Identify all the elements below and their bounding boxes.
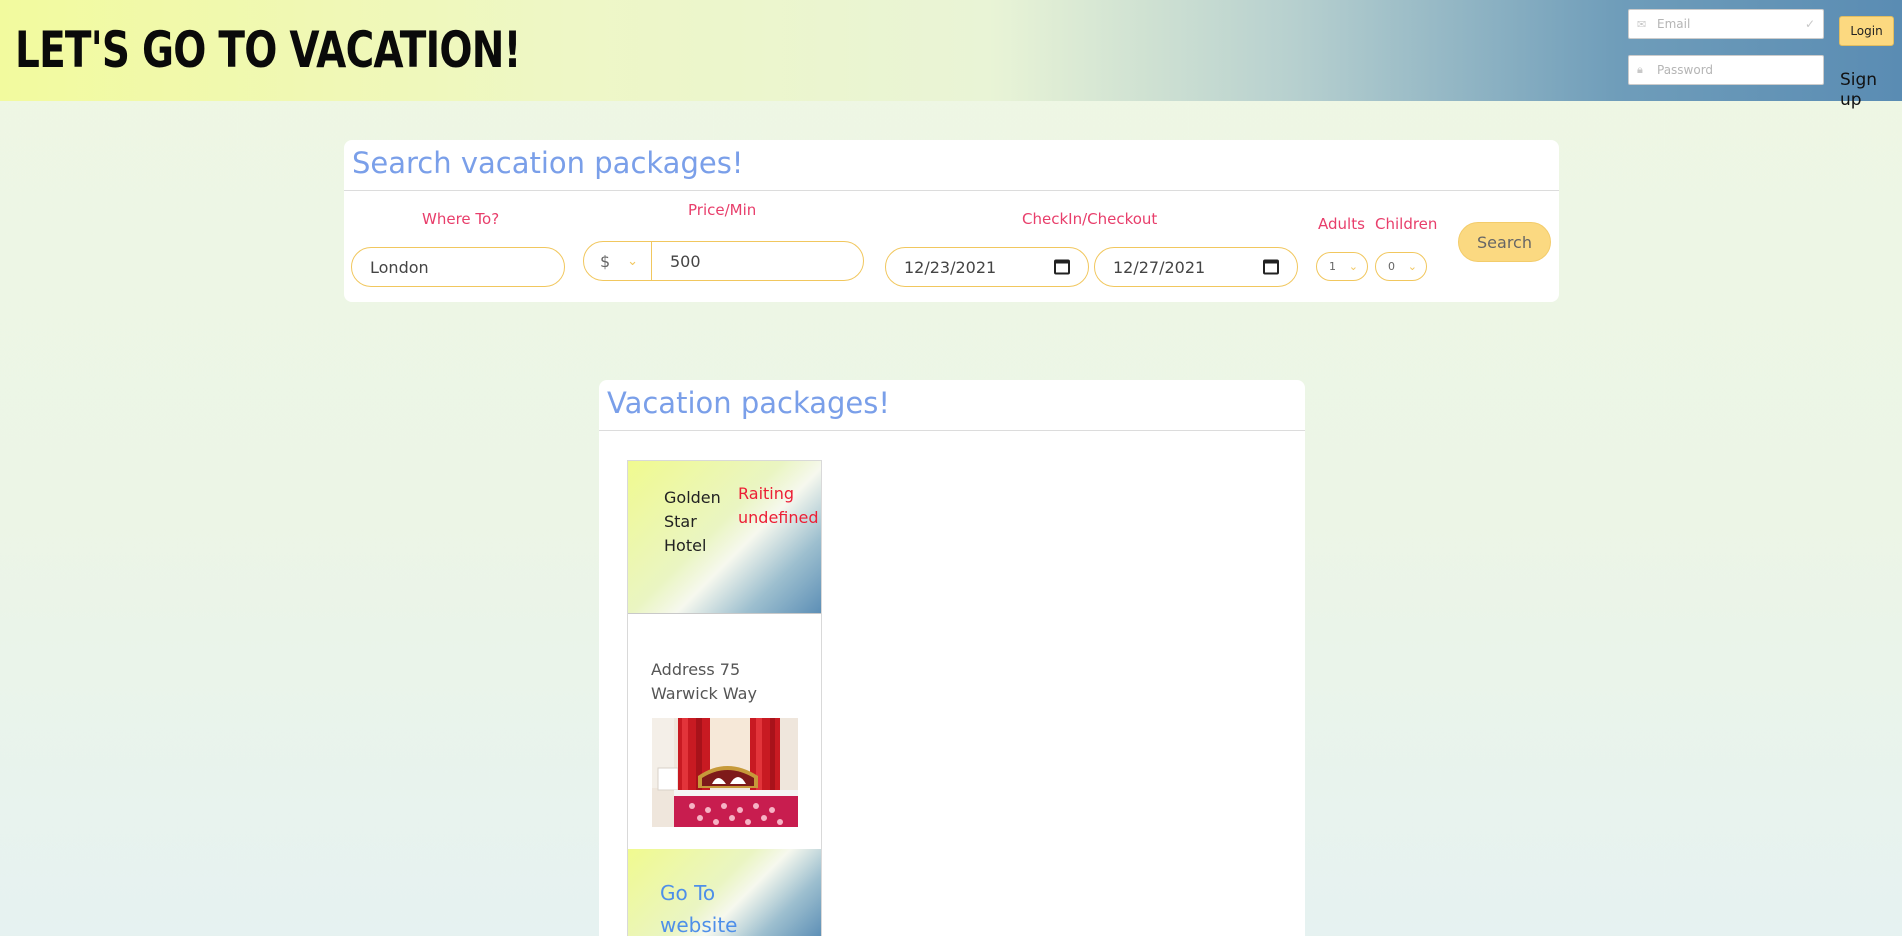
site-title: LET'S GO TO VACATION! <box>15 21 521 79</box>
price-input[interactable]: 500 <box>651 241 864 281</box>
search-panel-title: Search vacation packages! <box>352 146 744 180</box>
chevron-down-icon: ⌄ <box>627 253 638 269</box>
card-header: Golden Star Hotel Raiting undefined <box>628 461 821 614</box>
lock-icon: 🔒︎ <box>1637 63 1643 76</box>
price-value: 500 <box>670 251 701 271</box>
destination-input[interactable]: London <box>351 247 565 287</box>
chevron-down-icon: ⌄ <box>1348 260 1358 273</box>
email-placeholder: Email <box>1657 17 1691 31</box>
checkin-date-input[interactable]: 12/23/2021 <box>885 247 1089 287</box>
destination-value: London <box>370 257 429 277</box>
signup-link[interactable]: Sign up <box>1840 70 1902 110</box>
password-placeholder: Password <box>1657 63 1714 77</box>
checkin-value: 12/23/2021 <box>904 257 997 277</box>
currency-select[interactable]: $ ⌄ <box>583 241 653 281</box>
search-panel: Search vacation packages! Where To? Lond… <box>344 140 1559 302</box>
hotel-room-image <box>652 718 798 827</box>
adults-label: Adults <box>1318 215 1365 233</box>
children-label: Children <box>1375 215 1438 233</box>
checkout-value: 12/27/2021 <box>1113 257 1206 277</box>
email-field[interactable]: ✉ Email ✓ <box>1628 9 1824 39</box>
divider <box>344 190 1559 191</box>
hotel-name: Golden Star Hotel <box>664 488 721 555</box>
checkin-checkout-label: CheckIn/Checkout <box>1022 210 1158 228</box>
hotel-photo <box>652 718 798 827</box>
envelope-icon: ✉ <box>1637 17 1647 31</box>
go-to-website-link[interactable]: Go To website <box>660 877 760 936</box>
adults-value: 1 <box>1329 260 1336 273</box>
results-panel: Vacation packages! Golden Star Hotel Rai… <box>599 380 1305 936</box>
children-value: 0 <box>1388 260 1395 273</box>
hotel-card: Golden Star Hotel Raiting undefined Addr… <box>627 460 822 936</box>
currency-value: $ <box>600 251 611 271</box>
chevron-down-icon: ⌄ <box>1407 260 1417 273</box>
check-icon: ✓ <box>1804 17 1815 31</box>
card-footer: Go To website <box>628 849 821 936</box>
hotel-address: Address 75 Warwick Way <box>651 660 757 703</box>
results-panel-title: Vacation packages! <box>607 386 891 420</box>
hotel-rating: Raiting undefined <box>738 484 819 527</box>
divider <box>599 430 1305 431</box>
password-field[interactable]: 🔒︎ Password <box>1628 55 1824 85</box>
adults-select[interactable]: 1 ⌄ <box>1316 252 1368 281</box>
children-select[interactable]: 0 ⌄ <box>1375 252 1427 281</box>
checkout-date-input[interactable]: 12/27/2021 <box>1094 247 1298 287</box>
calendar-icon[interactable] <box>1263 259 1279 275</box>
login-button[interactable]: Login <box>1839 16 1894 46</box>
price-label: Price/Min <box>688 201 757 219</box>
search-button[interactable]: Search <box>1458 222 1551 262</box>
where-to-label: Where To? <box>422 210 500 228</box>
calendar-icon[interactable] <box>1054 259 1070 275</box>
site-header: LET'S GO TO VACATION! ✉ Email ✓ 🔒︎ Passw… <box>0 0 1902 110</box>
